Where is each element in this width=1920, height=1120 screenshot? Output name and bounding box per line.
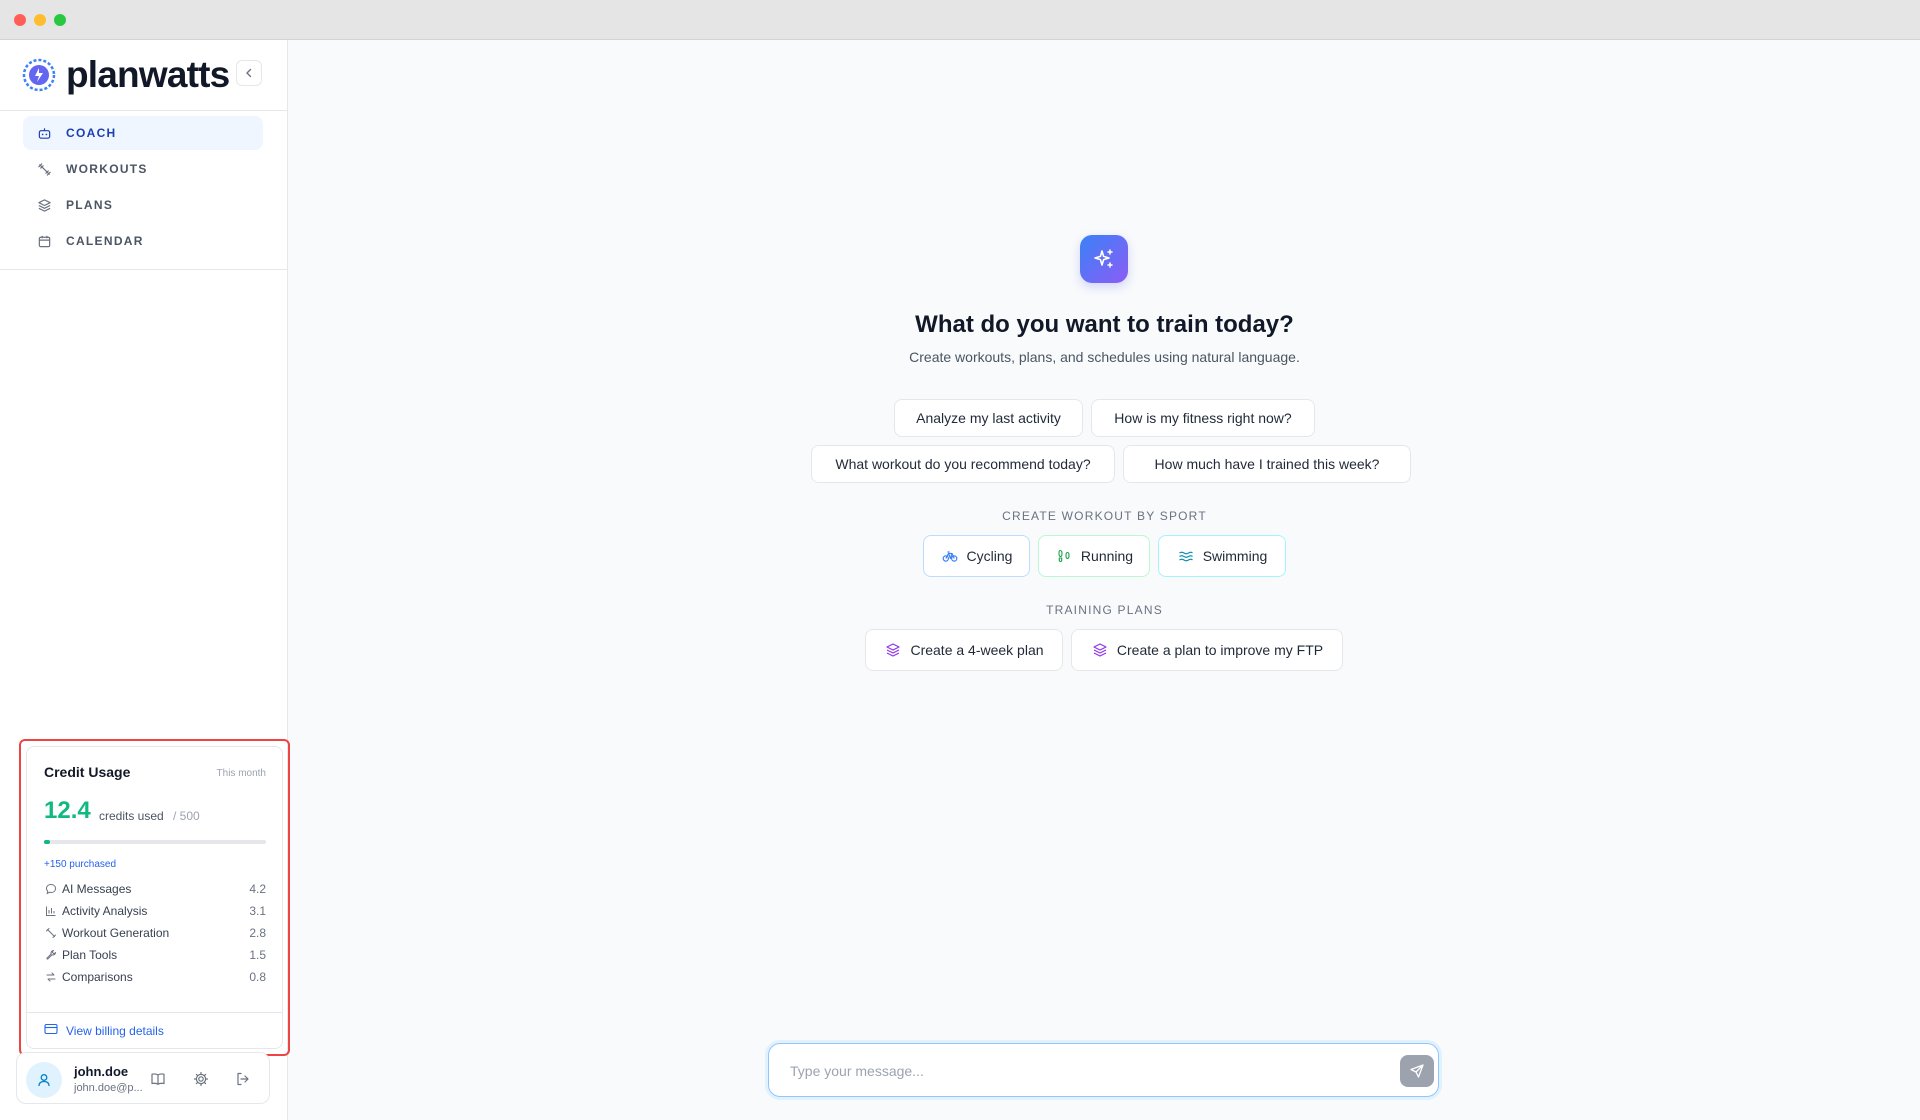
credit-card-icon bbox=[44, 1023, 58, 1038]
chevron-left-icon bbox=[246, 68, 252, 78]
suggestion-chip[interactable]: How is my fitness right now? bbox=[1091, 399, 1315, 437]
credits-purchased: +150 purchased bbox=[44, 859, 117, 870]
credit-breakdown-row: Workout Generation 2.8 bbox=[44, 922, 266, 944]
calendar-icon bbox=[36, 233, 52, 249]
dumbbell-icon bbox=[36, 161, 52, 177]
breakdown-name: Plan Tools bbox=[62, 948, 118, 962]
credit-usage-period: This month bbox=[216, 768, 266, 779]
user-card: john.doe john.doe@p... bbox=[16, 1052, 270, 1104]
plan-label: Create a plan to improve my FTP bbox=[1116, 642, 1324, 658]
logout-button[interactable] bbox=[234, 1070, 252, 1088]
view-billing-link[interactable]: View billing details bbox=[44, 1023, 164, 1038]
brand-name: planwatts bbox=[66, 54, 230, 95]
sidebar-collapse-button[interactable] bbox=[236, 60, 262, 86]
sidebar-nav: COACH WORKOUTS PLANS CALENDAR bbox=[23, 116, 263, 260]
bar-chart-icon bbox=[44, 904, 58, 918]
credit-usage-card: Credit Usage This month 12.4 credits use… bbox=[26, 746, 283, 1049]
credit-breakdown-row: Plan Tools 1.5 bbox=[44, 944, 266, 966]
footprints-icon bbox=[1055, 547, 1073, 565]
window-zoom-button[interactable] bbox=[54, 14, 66, 26]
sport-button-running[interactable]: Running bbox=[1038, 535, 1150, 577]
logout-icon bbox=[237, 1072, 249, 1086]
plan-button-4-week[interactable]: Create a 4-week plan bbox=[865, 629, 1063, 671]
sport-label: Running bbox=[1080, 548, 1134, 564]
sidebar-item-label: CALENDAR bbox=[66, 234, 144, 248]
sport-button-cycling[interactable]: Cycling bbox=[923, 535, 1030, 577]
sidebar-item-workouts[interactable]: WORKOUTS bbox=[23, 152, 263, 186]
bot-icon bbox=[36, 125, 52, 141]
credit-progress-fill bbox=[44, 840, 50, 844]
breakdown-name: AI Messages bbox=[62, 882, 132, 896]
credit-breakdown-row: Comparisons 0.8 bbox=[44, 966, 266, 988]
docs-button[interactable] bbox=[149, 1070, 167, 1088]
waves-icon bbox=[1177, 547, 1195, 565]
message-input[interactable] bbox=[790, 1060, 1370, 1082]
layers-icon bbox=[884, 641, 902, 659]
credits-used-value: 12.4 bbox=[44, 797, 91, 824]
credit-breakdown-row: AI Messages 4.2 bbox=[44, 878, 266, 900]
settings-button[interactable] bbox=[192, 1070, 210, 1088]
breakdown-value: 0.8 bbox=[249, 970, 266, 984]
layers-icon bbox=[1091, 641, 1109, 659]
credit-card-divider bbox=[27, 1012, 282, 1013]
credit-progress-bar bbox=[44, 840, 266, 844]
sidebar-item-label: PLANS bbox=[66, 198, 114, 212]
user-email: john.doe@p... bbox=[74, 1082, 143, 1094]
user-icon bbox=[38, 1074, 50, 1087]
breakdown-value: 1.5 bbox=[249, 948, 266, 962]
credit-breakdown-list: AI Messages 4.2 Activity Analysis 3.1 Wo… bbox=[44, 878, 266, 988]
gear-icon bbox=[193, 1071, 209, 1087]
sport-button-swimming[interactable]: Swimming bbox=[1158, 535, 1286, 577]
user-name: john.doe bbox=[74, 1064, 129, 1079]
breakdown-value: 2.8 bbox=[249, 926, 266, 940]
breakdown-name: Comparisons bbox=[62, 970, 133, 984]
sidebar-item-label: COACH bbox=[66, 126, 117, 140]
plan-label: Create a 4-week plan bbox=[910, 642, 1044, 658]
sparkles-icon bbox=[1094, 249, 1113, 268]
bike-icon bbox=[941, 547, 959, 565]
layers-icon bbox=[36, 197, 52, 213]
send-icon bbox=[1410, 1064, 1424, 1078]
book-icon bbox=[151, 1073, 165, 1085]
sport-section-label: CREATE WORKOUT BY SPORT bbox=[1002, 509, 1207, 523]
breakdown-name: Workout Generation bbox=[62, 926, 170, 940]
view-billing-label: View billing details bbox=[66, 1023, 164, 1038]
credits-used-label: credits used bbox=[99, 809, 164, 823]
sidebar-item-label: WORKOUTS bbox=[66, 162, 148, 176]
planwatts-logo-icon bbox=[22, 58, 56, 92]
brand[interactable]: planwatts bbox=[22, 54, 230, 96]
sidebar-item-calendar[interactable]: CALENDAR bbox=[23, 224, 263, 258]
hero-title: What do you want to train today? bbox=[915, 311, 1294, 338]
credit-breakdown-row: Activity Analysis 3.1 bbox=[44, 900, 266, 922]
suggestion-chip[interactable]: How much have I trained this week? bbox=[1123, 445, 1411, 483]
plan-button-improve-ftp[interactable]: Create a plan to improve my FTP bbox=[1071, 629, 1343, 671]
sidebar-divider bbox=[0, 269, 287, 270]
message-composer bbox=[768, 1043, 1439, 1097]
credit-usage-title: Credit Usage bbox=[44, 764, 131, 780]
wrench-icon bbox=[44, 948, 58, 962]
window-close-button[interactable] bbox=[14, 14, 26, 26]
dumbbell-icon bbox=[44, 926, 58, 940]
plans-section-label: TRAINING PLANS bbox=[1046, 603, 1163, 617]
hero-badge bbox=[1080, 235, 1128, 283]
compare-icon bbox=[44, 970, 58, 984]
hero-subtitle: Create workouts, plans, and schedules us… bbox=[909, 349, 1300, 365]
sidebar-divider bbox=[0, 110, 287, 111]
coach-main: What do you want to train today? Create … bbox=[289, 40, 1920, 1120]
breakdown-name: Activity Analysis bbox=[62, 904, 148, 918]
send-button[interactable] bbox=[1400, 1055, 1434, 1087]
sidebar-item-coach[interactable]: COACH bbox=[23, 116, 263, 150]
avatar[interactable] bbox=[26, 1062, 62, 1098]
credits-total: / 500 bbox=[173, 809, 200, 823]
window-minimize-button[interactable] bbox=[34, 14, 46, 26]
suggestion-chip[interactable]: What workout do you recommend today? bbox=[811, 445, 1115, 483]
breakdown-value: 3.1 bbox=[249, 904, 266, 918]
window-titlebar bbox=[0, 0, 1920, 40]
sidebar-item-plans[interactable]: PLANS bbox=[23, 188, 263, 222]
sport-label: Swimming bbox=[1202, 548, 1268, 564]
message-icon bbox=[44, 882, 58, 896]
breakdown-value: 4.2 bbox=[249, 882, 266, 896]
suggestion-chip[interactable]: Analyze my last activity bbox=[894, 399, 1083, 437]
sport-label: Cycling bbox=[966, 548, 1013, 564]
